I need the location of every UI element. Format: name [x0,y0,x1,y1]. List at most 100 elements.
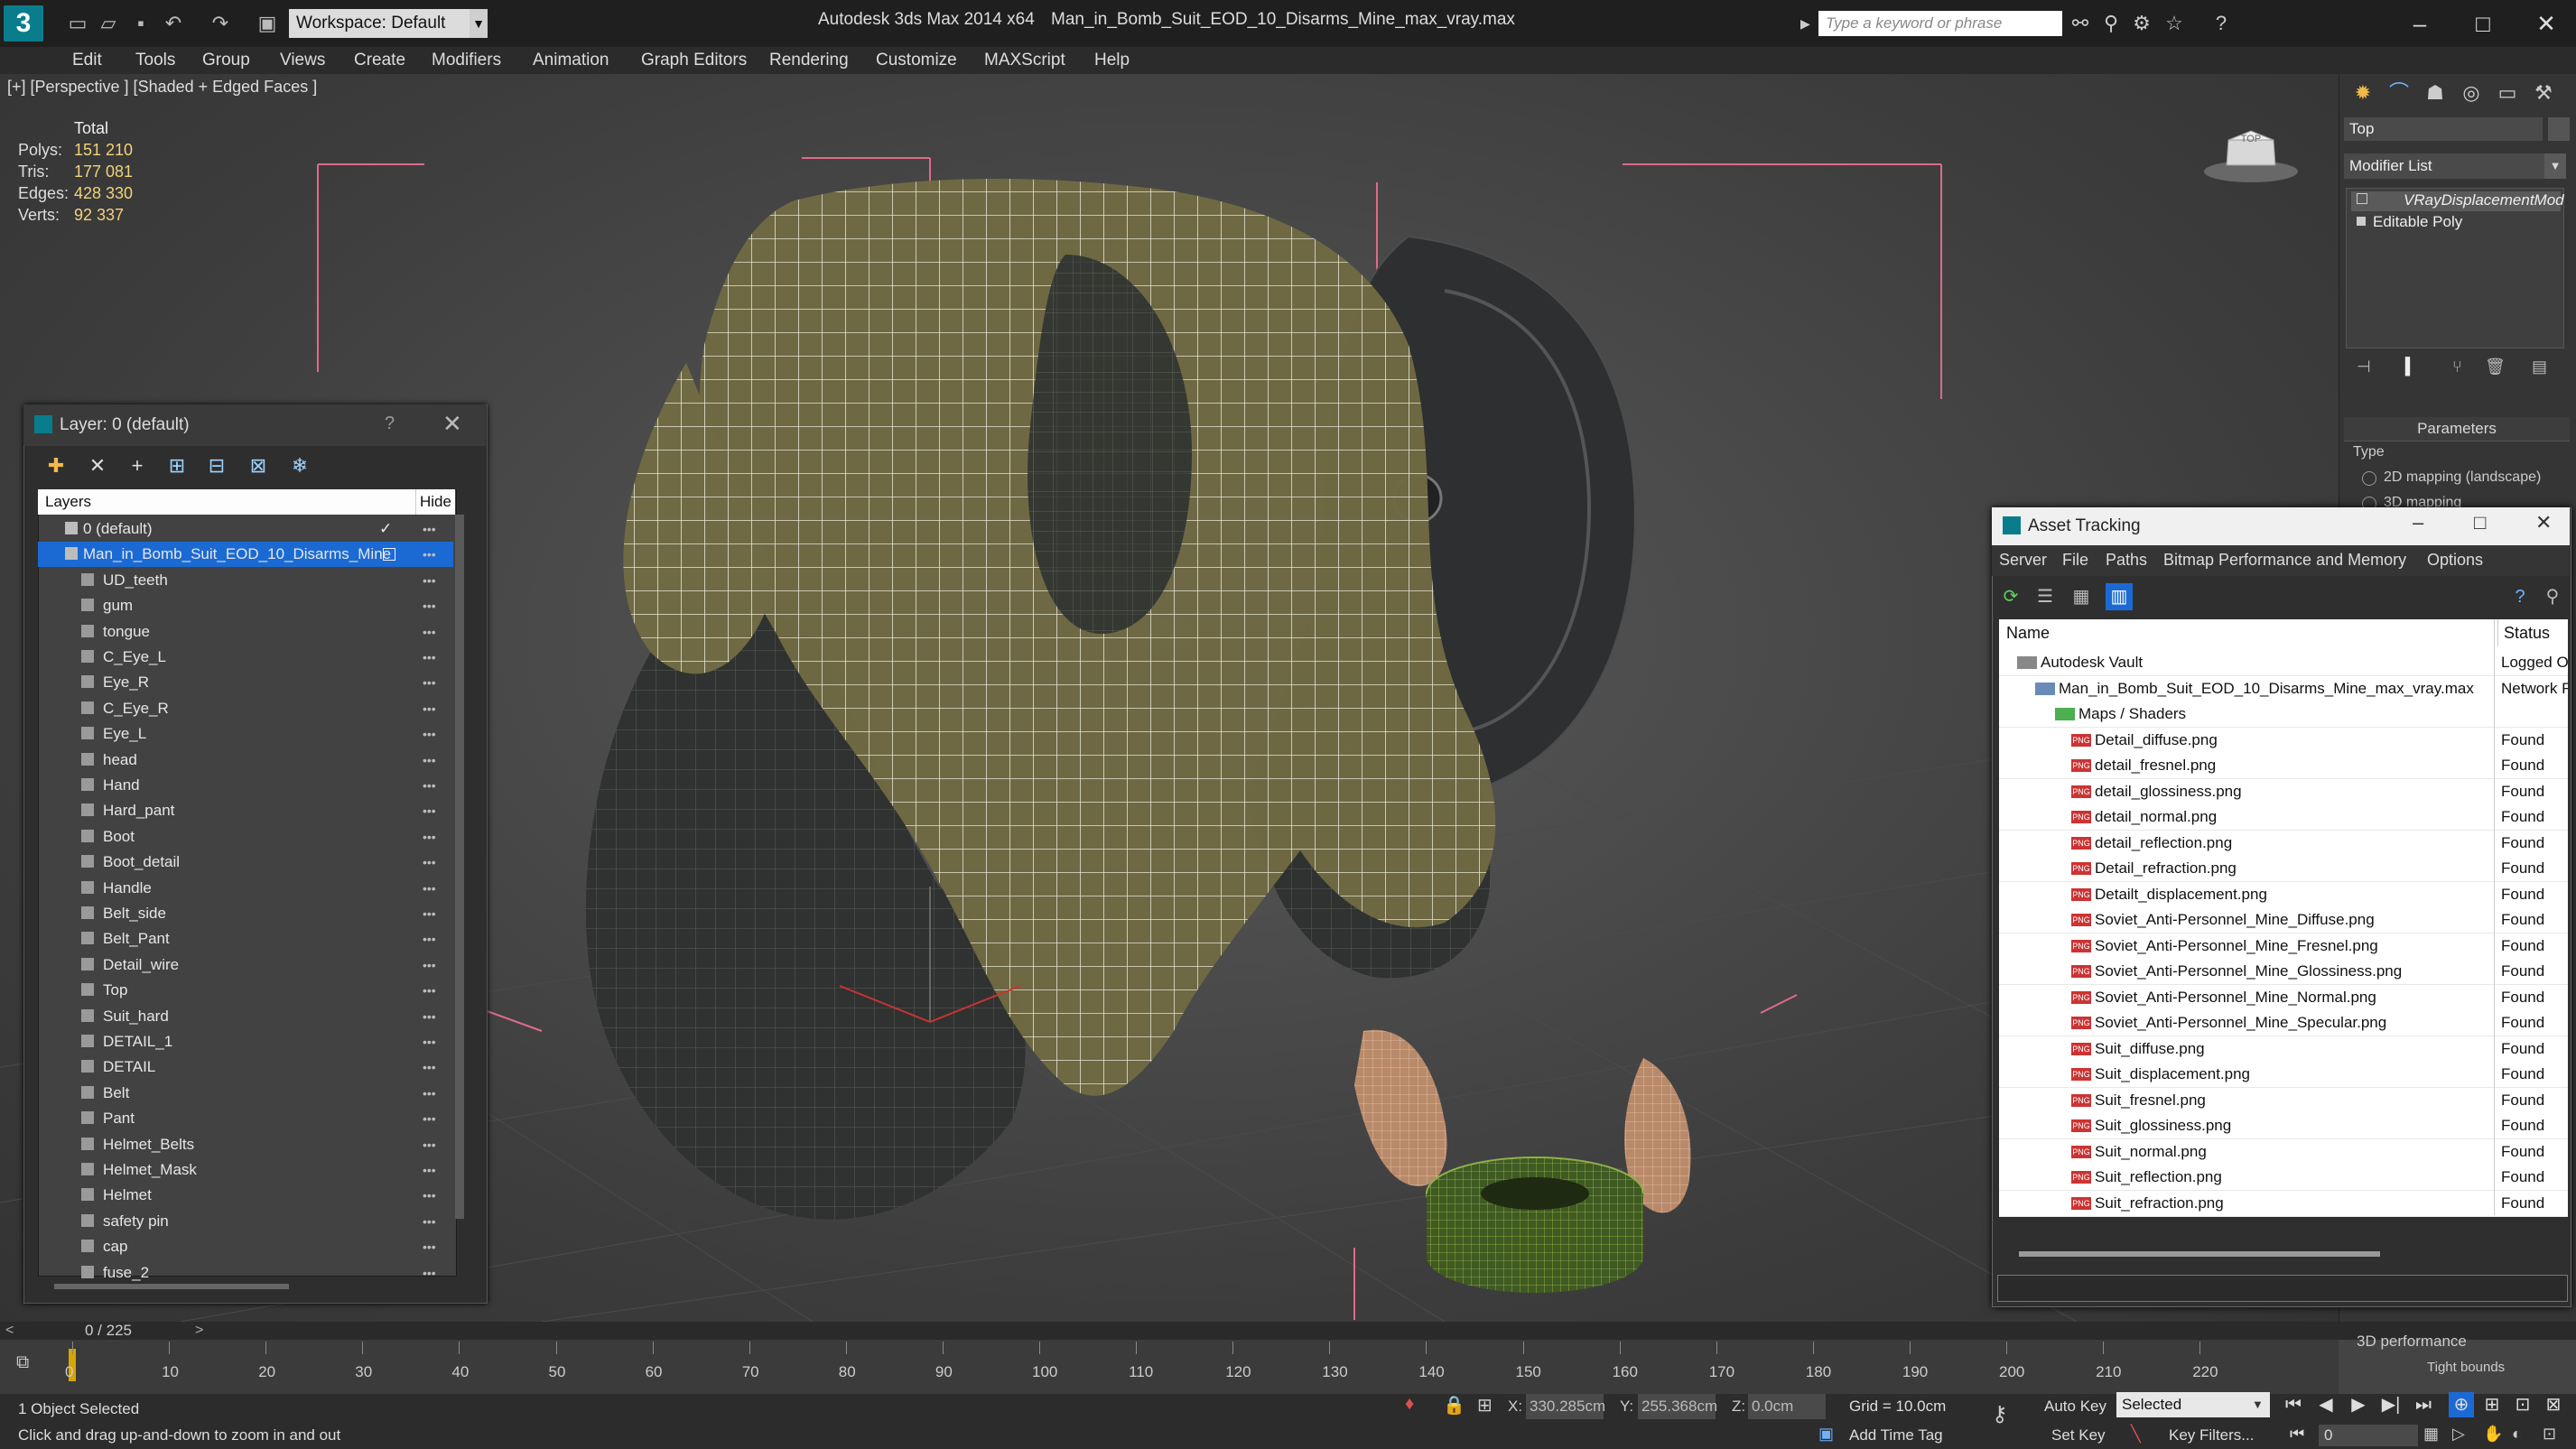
asset-horizontal-scrollbar[interactable] [2019,1251,2380,1257]
previous-frame-icon[interactable]: ◀ [2313,1392,2339,1417]
y-coordinate-field[interactable]: 255.368cm [1638,1394,1717,1419]
pin-stack-icon[interactable]: ⊣ [2357,358,2371,376]
layer-row[interactable]: Helmet_Mask ••• [38,1157,453,1183]
make-unique-icon[interactable]: ⑂ [2452,358,2462,376]
time-slider-track[interactable] [0,1322,2576,1340]
time-configuration-icon[interactable]: ▦ [2423,1425,2439,1444]
hide-toggle[interactable]: ••• [423,952,436,978]
layer-scrollbar[interactable] [455,515,464,1219]
modifier-list-dropdown[interactable]: Modifier List [2344,153,2561,179]
help-icon[interactable]: ? [2209,11,2234,36]
communication-icon[interactable]: ⚙ [2129,11,2154,36]
chevron-down-icon[interactable]: ▼ [2544,153,2566,179]
menu-modifiers[interactable]: Modifiers [432,51,501,70]
asset-row[interactable]: PNG Soviet_Anti-Personnel_Mine_Specular.p… [1999,1010,2568,1036]
radio-2d-mapping[interactable] [2362,471,2376,486]
hide-toggle[interactable]: ••• [423,850,436,875]
hide-toggle[interactable]: ••• [423,1081,436,1106]
time-tag-icon[interactable]: ▣ [1818,1425,1834,1444]
minimize-icon[interactable]: – [2393,5,2447,42]
hide-toggle[interactable]: ••• [423,1260,436,1286]
app-logo-icon[interactable]: 3 [4,5,43,42]
menu-views[interactable]: Views [280,51,325,70]
viewcube[interactable]: TOP [2201,122,2301,185]
asset-row[interactable]: PNG Suit_normal.png Found [1999,1138,2568,1166]
hide-toggle[interactable]: ••• [423,1234,436,1259]
asset-row[interactable]: PNG Soviet_Anti-Personnel_Mine_Fresnel.pn… [1999,933,2568,960]
layer-row[interactable]: Man_in_Bomb_Suit_EOD_10_Disarms_Mine ••• [38,542,453,568]
remove-modifier-icon[interactable]: 🗑 [2485,358,2506,376]
chevron-down-icon[interactable]: ▼ [2252,1392,2264,1417]
menu-create[interactable]: Create [354,51,405,70]
asset-row[interactable]: PNG detail_normal.png Found [1999,804,2568,831]
undo-icon[interactable]: ↶ [161,11,186,36]
bulb-icon[interactable] [2357,193,2367,204]
add-time-tag[interactable]: Add Time Tag [1849,1426,1943,1444]
hide-toggle[interactable]: ••• [423,901,436,926]
asset-menu-paths[interactable]: Paths [2106,551,2147,570]
layer-row[interactable]: safety pin ••• [38,1209,453,1234]
asset-row[interactable]: PNG Soviet_Anti-Personnel_Mine_Normal.png… [1999,984,2568,1011]
parameters-rollout[interactable]: Parameters [2344,417,2570,441]
asset-row[interactable]: PNG Soviet_Anti-Personnel_Mine_Glossiness… [1999,959,2568,985]
close-icon[interactable]: ✕ [2535,511,2552,534]
hide-all-layers-icon[interactable]: ⊠ [242,451,274,480]
select-objects-icon[interactable]: ⊞ [161,451,193,480]
hide-toggle[interactable]: ••• [423,1029,436,1054]
pan-view-icon[interactable]: ✋ [2483,1425,2503,1444]
asset-row[interactable]: PNG detail_glossiness.png Found [1999,778,2568,805]
asset-row[interactable]: PNG Suit_fresnel.png Found [1999,1087,2568,1114]
workspace-dropdown[interactable]: Workspace: Default [289,9,470,38]
viewport-label[interactable]: [+] [Perspective ] [Shaded + Edged Faces… [7,78,317,97]
play-icon[interactable]: ▶ [2346,1392,2371,1417]
layer-row[interactable]: Belt ••• [38,1081,453,1106]
layer-row[interactable]: Detail_wire ••• [38,952,453,978]
chevron-down-icon[interactable]: ▼ [470,9,488,38]
column-layers[interactable]: Layers [45,489,91,515]
key-selection-dropdown[interactable]: Selected [2116,1392,2270,1417]
hide-toggle[interactable]: ••• [423,1132,436,1157]
layer-row[interactable]: Eye_L ••• [38,721,453,747]
hide-toggle[interactable]: ••• [423,619,436,645]
layer-row[interactable]: Handle ••• [38,876,453,901]
delete-layer-icon[interactable]: ✕ [81,451,114,480]
table-view-icon[interactable]: ▥ [2106,583,2133,610]
maximize-icon[interactable]: □ [2456,5,2510,42]
asset-row[interactable]: PNG Suit_refraction.png Found [1999,1190,2568,1217]
asset-row[interactable]: PNG Detail_diffuse.png Found [1999,727,2568,754]
asset-row[interactable]: Maps / Shaders [1999,701,2568,728]
hide-toggle[interactable]: ••• [423,824,436,850]
next-frame-icon[interactable]: > [195,1322,203,1340]
stack-item-editable-poly[interactable]: Editable Poly [2373,213,2462,231]
favorites-star-icon[interactable]: ☆ [2162,11,2187,36]
current-layer-check-icon[interactable]: ✓ [379,516,392,542]
zoom-all-icon[interactable]: ⊞ [2479,1392,2505,1417]
list-view-icon[interactable]: ☰ [2032,583,2059,610]
add-to-layer-icon[interactable]: + [121,451,153,480]
asset-row[interactable]: Autodesk Vault Logged O [1999,650,2568,676]
layer-row[interactable]: Helmet_Belts ••• [38,1132,453,1157]
expand-icon[interactable] [2357,217,2366,226]
hide-toggle[interactable]: ••• [423,696,436,721]
column-name[interactable]: Name [2006,619,2050,646]
open-file-icon[interactable]: ▱ [96,11,121,36]
layer-row[interactable]: Belt_side ••• [38,901,453,926]
hide-toggle[interactable]: ••• [423,876,436,901]
pin-icon[interactable]: ⚲ [2539,583,2566,610]
binoculars-icon[interactable]: ⚯ [2068,11,2093,36]
lock-selection-icon[interactable]: 🔒 [1443,1394,1465,1416]
key-filters-button[interactable]: Key Filters... [2169,1426,2254,1444]
hide-toggle[interactable]: ••• [423,773,436,798]
object-color-swatch[interactable] [2548,117,2570,141]
close-icon[interactable]: ✕ [442,410,462,438]
go-to-start-icon[interactable]: ⏮ [2281,1392,2306,1417]
key-icon[interactable]: ⚷ [1992,1401,2008,1427]
menu-animation[interactable]: Animation [533,51,609,70]
help-icon[interactable]: ? [385,413,395,434]
layer-row[interactable]: Helmet ••• [38,1183,453,1208]
layer-row[interactable]: tongue ••• [38,619,453,645]
layer-row[interactable]: Belt_Pant ••• [38,926,453,952]
hide-toggle[interactable]: ••• [423,670,436,695]
hide-toggle[interactable]: ••• [423,978,436,1003]
utilities-tab-icon[interactable]: ⚒ [2526,78,2561,108]
